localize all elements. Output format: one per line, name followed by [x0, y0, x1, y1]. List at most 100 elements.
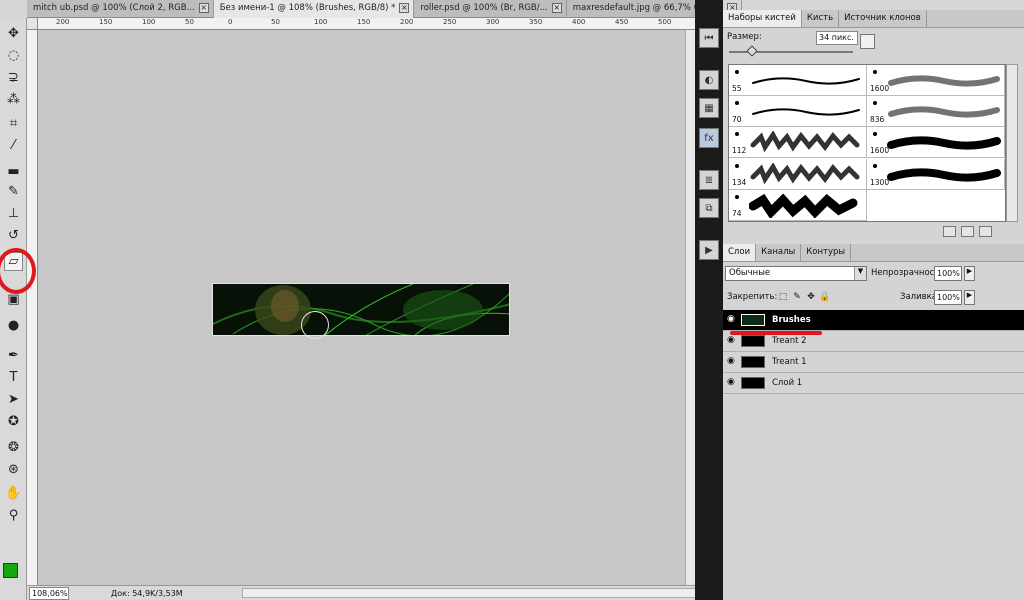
dodge-icon[interactable]: ● — [4, 316, 23, 335]
image-artwork — [213, 284, 509, 335]
eye-icon[interactable]: ◉ — [727, 314, 738, 325]
marquee-icon[interactable]: ◌ — [4, 46, 23, 65]
tab-channels[interactable]: Каналы — [756, 244, 802, 261]
history-brush-icon[interactable]: ↺ — [4, 226, 23, 245]
info-panel-icon[interactable]: ≣ — [699, 170, 719, 190]
document-size-info[interactable]: Док: 54,9K/3,53M — [111, 589, 183, 598]
size-slider-thumb[interactable] — [745, 45, 758, 57]
hand-icon[interactable]: ✋ — [4, 484, 23, 503]
ruler-tick-label: 200 — [56, 18, 70, 26]
brush-tip-icon — [735, 163, 739, 168]
magic-wand-icon[interactable]: ⁂ — [4, 90, 23, 109]
brush-preset[interactable]: 70 — [729, 96, 867, 128]
lock-pixels-icon[interactable]: ✎ — [791, 291, 803, 303]
vertical-scrollbar[interactable] — [685, 30, 695, 585]
close-icon[interactable]: × — [551, 3, 562, 13]
brushes-panel: Наборы кистей Кисть Источник клонов Разм… — [723, 10, 1024, 242]
eye-icon[interactable]: ◉ — [727, 377, 738, 388]
layers-empty-area — [723, 394, 1024, 600]
3d-orbit-icon[interactable]: ⊛ — [4, 460, 23, 479]
brush-preset[interactable]: 134 — [729, 158, 867, 190]
brush-list-scrollbar[interactable] — [1006, 64, 1018, 222]
foreground-color-swatch[interactable] — [3, 563, 18, 578]
tab-paths[interactable]: Контуры — [801, 244, 852, 261]
lock-all-icon[interactable]: 🔒 — [819, 291, 831, 303]
ruler-tick-label: 500 — [658, 18, 672, 26]
brush-preset[interactable]: 1600 — [867, 65, 1005, 96]
zoom-icon[interactable]: ⚲ — [4, 506, 23, 525]
brush-preset[interactable]: 112 — [729, 127, 867, 159]
healing-icon[interactable]: ▬ — [4, 162, 23, 181]
tab-roller[interactable]: roller.psd @ 100% (Br, RGB/... × — [414, 0, 567, 18]
tab-untitled-1[interactable]: Без имени-1 @ 108% (Brushes, RGB/8) * × — [213, 0, 415, 18]
new-preset-icon[interactable] — [961, 226, 974, 237]
ruler-tick-label: 50 — [271, 18, 280, 26]
brush-size-label: 134 — [732, 177, 747, 187]
brush-stroke-shape — [888, 106, 1000, 118]
layer-row[interactable]: ◉ Brushes — [723, 310, 1024, 331]
tab-brush-presets[interactable]: Наборы кистей — [723, 10, 802, 27]
brush-preset[interactable]: 74 — [729, 189, 867, 221]
brush-size-label: 74 — [732, 208, 742, 218]
eye-icon[interactable]: ◉ — [727, 335, 738, 346]
size-value-field[interactable]: 34 пикс. — [816, 31, 858, 45]
ruler-top[interactable]: 200 150 100 50 0 50 100 150 200 250 300 350 400 450 50… — [38, 18, 695, 30]
toggle-brush-panel-icon[interactable] — [943, 226, 956, 237]
3d-rotate-icon[interactable]: ❂ — [4, 438, 23, 457]
ruler-corner — [27, 18, 38, 30]
actions-panel-icon[interactable]: ▶ — [699, 240, 719, 260]
brush-preset[interactable]: 1300 — [867, 158, 1005, 190]
history-panel-icon[interactable]: ⏮ — [699, 28, 719, 48]
brushes-panel-footer — [943, 226, 992, 237]
lock-transparency-icon[interactable]: ⬚ — [777, 291, 789, 303]
document-canvas-area[interactable] — [38, 30, 685, 585]
ruler-tick-label: 0 — [228, 18, 233, 26]
styles-panel-icon[interactable]: fx — [699, 128, 719, 148]
ruler-left[interactable] — [27, 30, 38, 585]
brush-stroke-shape — [750, 131, 860, 153]
clone-source-panel-icon[interactable]: ⧉ — [699, 198, 719, 218]
panel-dock: ⏮ ◐ ▦ fx ≣ ⧉ ▶ — [695, 0, 723, 600]
brush-preset[interactable]: 836 — [867, 96, 1005, 128]
layer-list: ◉ Brushes ◉ Treant 2 ◉ Treant 1 ◉ Слой 1 — [723, 310, 1024, 394]
color-panel-icon[interactable]: ◐ — [699, 70, 719, 90]
close-icon[interactable]: × — [399, 3, 410, 13]
tab-clone-source[interactable]: Источник клонов — [839, 10, 927, 27]
lasso-icon[interactable]: ⊋ — [4, 68, 23, 87]
layer-row[interactable]: ◉ Слой 1 — [723, 373, 1024, 394]
brush-icon[interactable]: ✎ — [4, 182, 23, 201]
brush-options-icon[interactable] — [860, 34, 875, 49]
eye-icon[interactable]: ◉ — [727, 356, 738, 367]
document-image[interactable] — [212, 283, 510, 336]
document-tabs: mitch ub.psd @ 100% (Слой 2, RGB... × Без… — [27, 0, 743, 18]
type-icon[interactable]: T — [4, 368, 23, 387]
delete-icon[interactable] — [979, 226, 992, 237]
brush-size-label: 1300 — [870, 177, 890, 187]
swatches-panel-icon[interactable]: ▦ — [699, 98, 719, 118]
brush-preset[interactable]: 1600 — [867, 127, 1005, 159]
brush-preset[interactable]: 55 — [729, 65, 867, 96]
layer-row[interactable]: ◉ Treant 1 — [723, 352, 1024, 373]
path-select-icon[interactable]: ➤ — [4, 390, 23, 409]
shape-icon[interactable]: ✪ — [4, 412, 23, 431]
tab-brush[interactable]: Кисть — [802, 10, 840, 27]
eyedropper-icon[interactable]: ⁄ — [4, 136, 23, 155]
opacity-arrow-icon[interactable]: ▶ — [964, 266, 975, 281]
fill-field[interactable]: 100% — [934, 290, 962, 305]
blend-mode-select[interactable]: Обычные ▼ — [725, 266, 867, 281]
close-icon[interactable]: × — [198, 3, 209, 13]
chevron-down-icon[interactable]: ▼ — [854, 267, 866, 280]
fill-arrow-icon[interactable]: ▶ — [964, 290, 975, 305]
crop-icon[interactable]: ⌗ — [4, 114, 23, 133]
lock-position-icon[interactable]: ✥ — [805, 291, 817, 303]
brush-stroke-preview — [750, 131, 860, 153]
zoom-level-field[interactable]: 108,06% — [29, 586, 69, 600]
horizontal-scrollbar[interactable] — [242, 588, 712, 598]
brush-size-row: Размер: 34 пикс. — [723, 28, 1024, 60]
move-icon[interactable]: ✥ — [4, 24, 23, 43]
opacity-field[interactable]: 100% — [934, 266, 962, 281]
tab-mitch-ub[interactable]: mitch ub.psd @ 100% (Слой 2, RGB... × — [27, 0, 214, 18]
pen-icon[interactable]: ✒ — [4, 346, 23, 365]
tab-layers[interactable]: Слои — [723, 244, 757, 261]
stamp-icon[interactable]: ⊥ — [4, 204, 23, 223]
